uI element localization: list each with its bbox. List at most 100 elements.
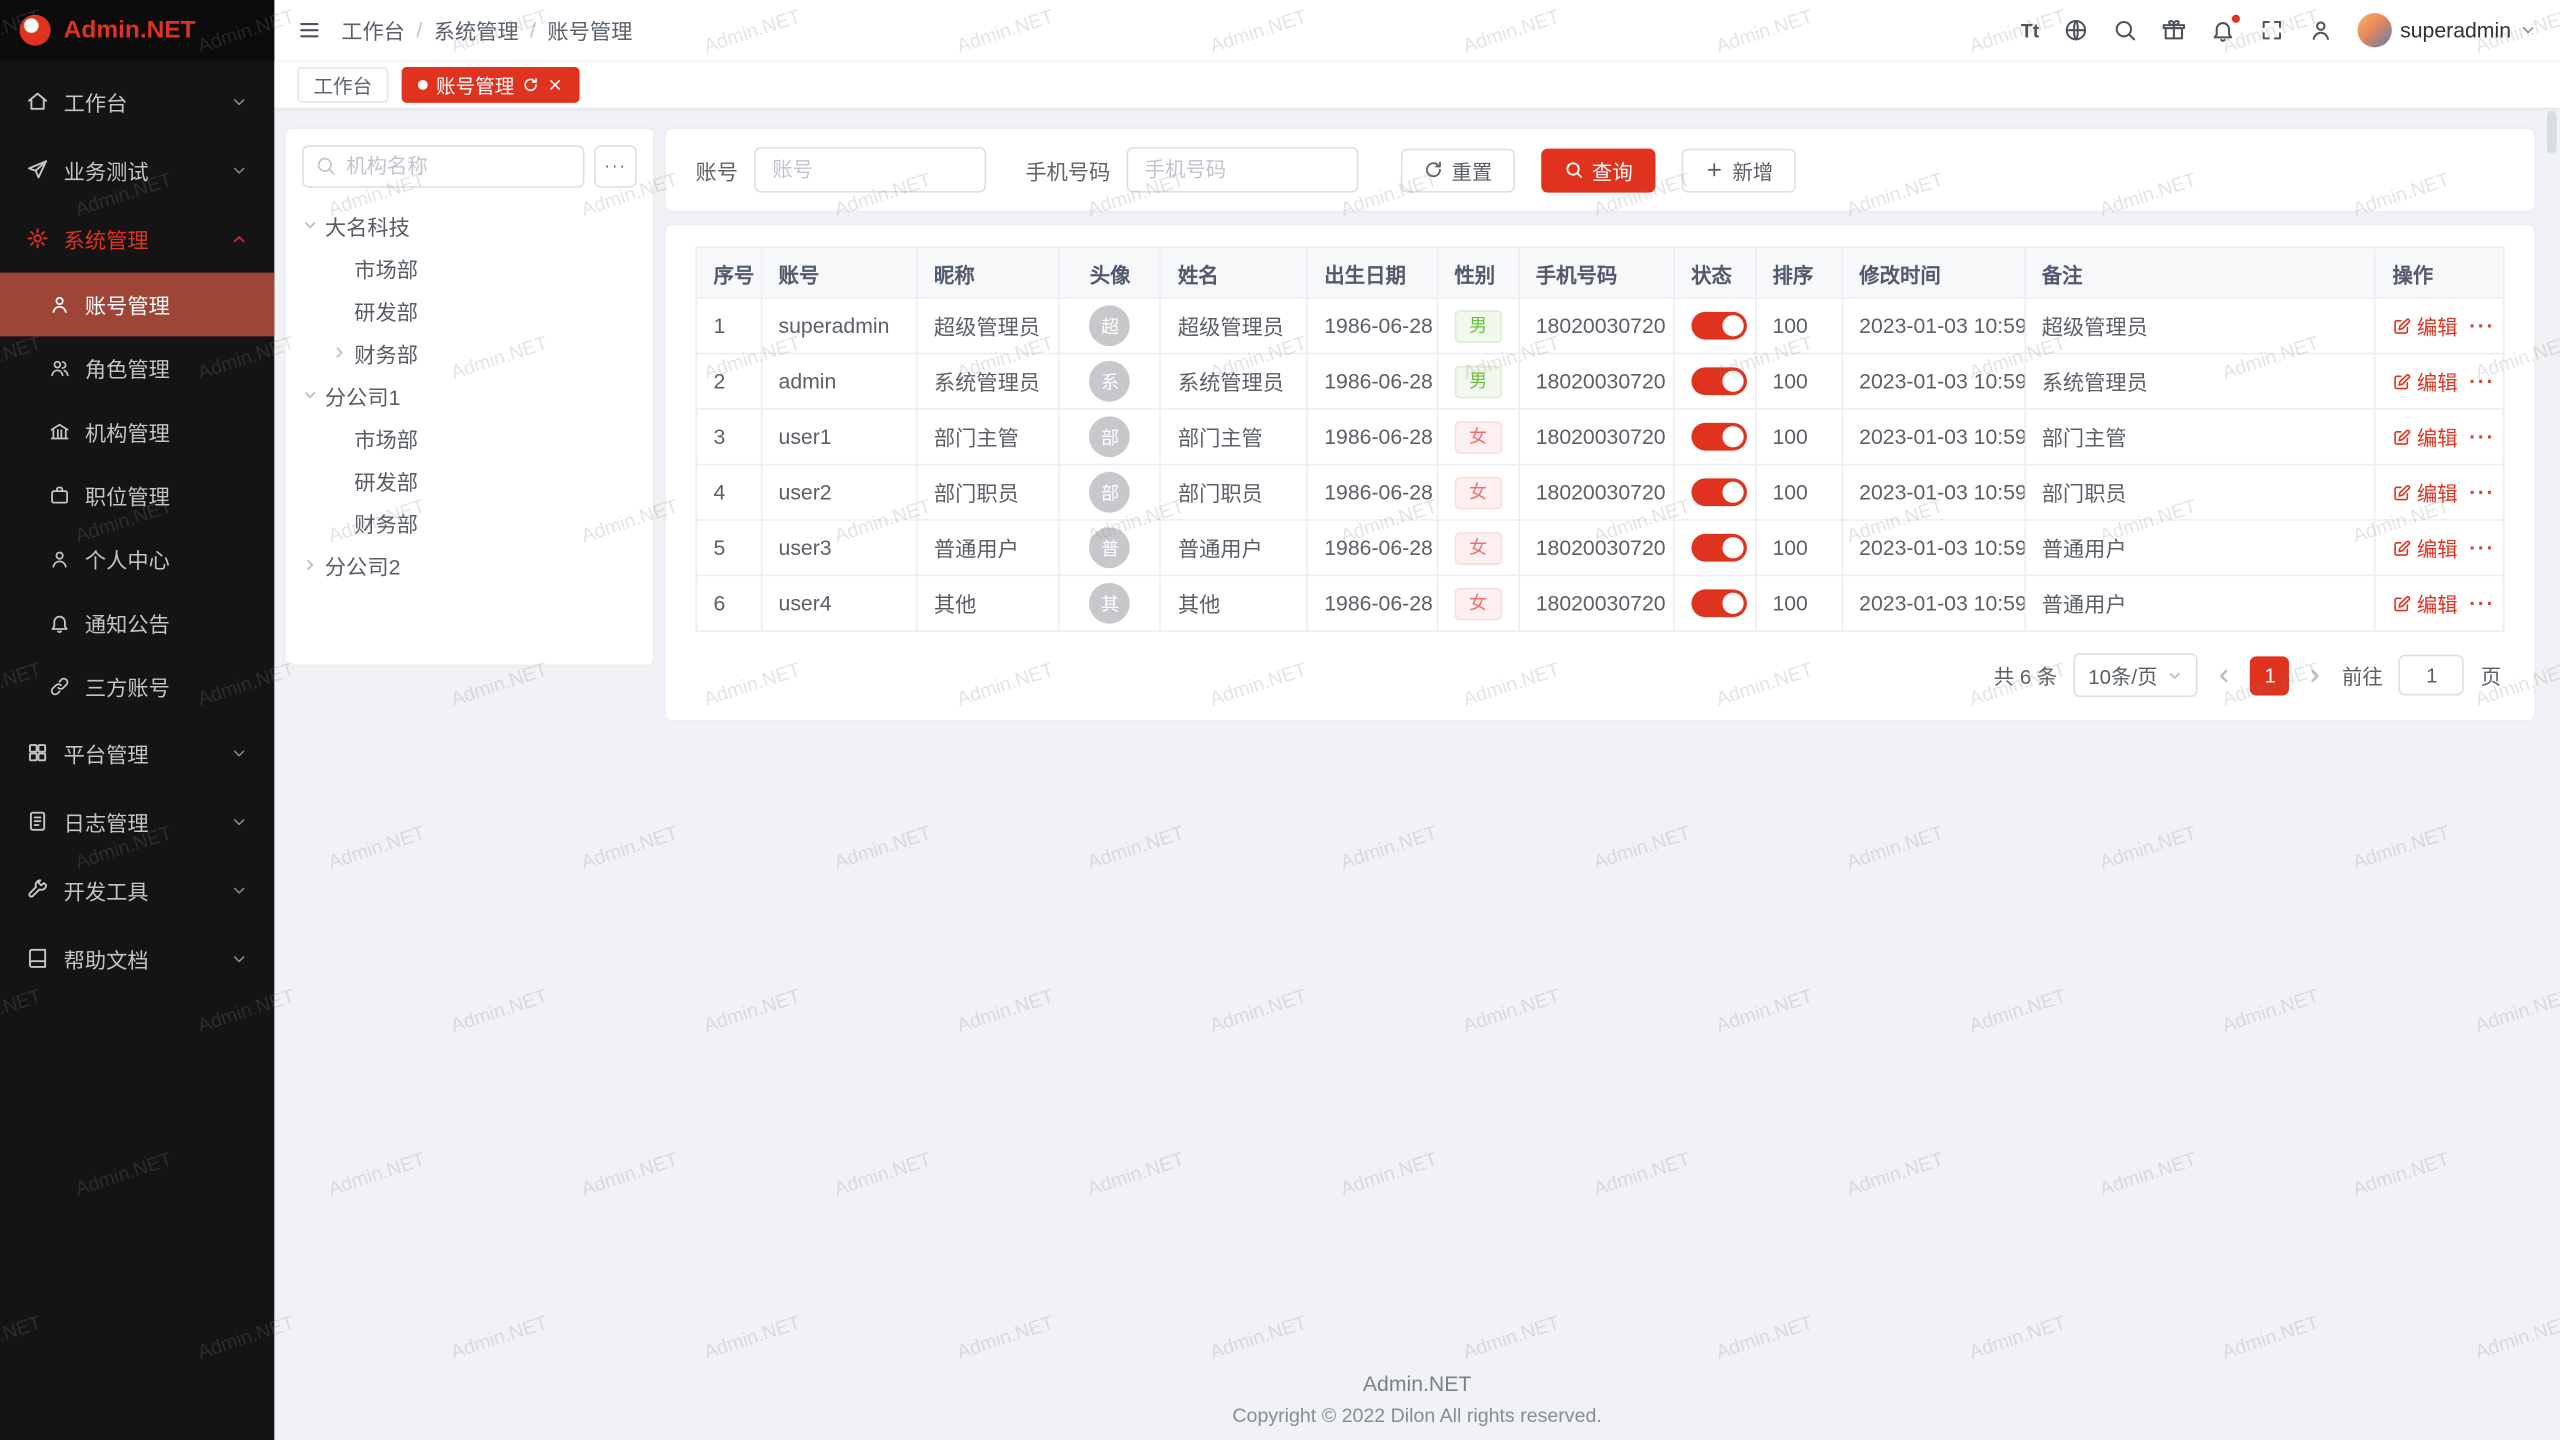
tree-node[interactable]: 分公司1: [302, 374, 637, 416]
sidebar-item-org-management[interactable]: 机构管理: [0, 400, 274, 464]
tree-node[interactable]: 分公司2: [302, 544, 637, 586]
tree-node-label: 市场部: [354, 422, 418, 453]
table-row: 5 user3 普通用户 普 普通用户 1986-06-28 女 1802003…: [696, 520, 2503, 576]
sidebar-item-dev-tools[interactable]: 开发工具: [0, 856, 274, 925]
status-toggle[interactable]: [1691, 367, 1747, 395]
tree-node-label: 财务部: [354, 337, 418, 368]
column-header: 出生日期: [1307, 247, 1437, 298]
breadcrumb: 工作台 / 系统管理 / 账号管理: [341, 15, 632, 46]
right-column: 账号 手机号码 重置 查询 新增: [666, 129, 2534, 720]
breadcrumb-item[interactable]: 账号管理: [547, 15, 632, 46]
row-more-button[interactable]: ···: [2469, 482, 2495, 503]
goto-page-input[interactable]: [2399, 655, 2464, 696]
status-toggle[interactable]: [1691, 423, 1747, 451]
chevron-down-icon: [2167, 667, 2183, 683]
vertical-scrollbar[interactable]: [2547, 111, 2557, 153]
sidebar-item-third-party-account[interactable]: 三方账号: [0, 655, 274, 719]
sidebar-item-system-management[interactable]: 系统管理: [0, 204, 274, 273]
edit-icon: [2392, 593, 2412, 613]
tab-workbench[interactable]: 工作台: [297, 67, 388, 103]
sidebar-item-log-management[interactable]: 日志管理: [0, 787, 274, 856]
edit-button[interactable]: 编辑: [2392, 588, 2457, 619]
column-header: 备注: [2025, 247, 2376, 298]
tab-account-management[interactable]: 账号管理: [402, 67, 580, 103]
org-more-button[interactable]: ···: [594, 145, 636, 187]
edit-button[interactable]: 编辑: [2392, 421, 2457, 452]
row-more-button[interactable]: ···: [2469, 537, 2495, 558]
sidebar-item-workbench[interactable]: 工作台: [0, 67, 274, 136]
user-menu[interactable]: superadmin: [2358, 13, 2537, 47]
globe-icon[interactable]: [2064, 18, 2088, 42]
sidebar-item-platform-management[interactable]: 平台管理: [0, 718, 274, 787]
add-button[interactable]: 新增: [1682, 148, 1796, 192]
edit-button[interactable]: 编辑: [2392, 366, 2457, 397]
row-more-button[interactable]: ···: [2469, 315, 2495, 336]
status-toggle[interactable]: [1691, 589, 1747, 617]
next-page-button[interactable]: [2306, 665, 2326, 685]
status-toggle[interactable]: [1691, 312, 1747, 340]
gender-tag: 男: [1454, 365, 1501, 398]
tree-node[interactable]: 研发部: [302, 289, 637, 331]
sidebar-item-label: 开发工具: [64, 874, 149, 905]
status-toggle[interactable]: [1691, 534, 1747, 562]
column-header: 头像: [1060, 247, 1161, 298]
gender-tag: 女: [1454, 420, 1501, 453]
column-header: 姓名: [1161, 247, 1307, 298]
top-header: 工作台 / 系统管理 / 账号管理 Tt superadmin: [274, 0, 2560, 60]
column-header: 序号: [696, 247, 761, 298]
row-more-button[interactable]: ···: [2469, 371, 2495, 392]
edit-button[interactable]: 编辑: [2392, 477, 2457, 508]
sidebar-item-role-management[interactable]: 角色管理: [0, 336, 274, 400]
person-icon: [49, 549, 70, 570]
refresh-icon[interactable]: [522, 77, 538, 93]
table-row: 4 user2 部门职员 部 部门职员 1986-06-28 女 1802003…: [696, 464, 2503, 520]
org-search-input[interactable]: [302, 145, 584, 187]
logo[interactable]: Admin.NET: [0, 0, 274, 60]
edit-button[interactable]: 编辑: [2392, 310, 2457, 341]
notification-bell-icon[interactable]: [2211, 18, 2235, 42]
page-size-select[interactable]: 10条/页: [2074, 653, 2199, 697]
tree-node[interactable]: 财务部: [302, 331, 637, 373]
gift-icon[interactable]: [2162, 18, 2186, 42]
edit-icon: [2392, 538, 2412, 558]
footer-title: Admin.NET: [274, 1371, 2560, 1395]
sidebar-item-notice[interactable]: 通知公告: [0, 591, 274, 655]
phone-input[interactable]: [1127, 147, 1359, 193]
table-header-row: 序号 账号 昵称 头像 姓名 出生日期 性别 手机号码 状态 排序 修改时间: [696, 247, 2503, 298]
page-number-button[interactable]: 1: [2251, 656, 2290, 695]
edit-button[interactable]: 编辑: [2392, 532, 2457, 563]
reset-button[interactable]: 重置: [1401, 148, 1515, 192]
sidebar-item-help-docs[interactable]: 帮助文档: [0, 924, 274, 993]
tree-node[interactable]: 市场部: [302, 247, 637, 289]
accounts-table: 序号 账号 昵称 头像 姓名 出生日期 性别 手机号码 状态 排序 修改时间: [696, 247, 2505, 632]
prev-page-button[interactable]: [2215, 665, 2235, 685]
hamburger-icon[interactable]: [297, 18, 321, 42]
row-more-button[interactable]: ···: [2469, 593, 2495, 614]
chevron-down-icon: [230, 92, 248, 110]
tree-node[interactable]: 大名科技: [302, 204, 637, 246]
tree-node[interactable]: 财务部: [302, 501, 637, 543]
sidebar-item-position-management[interactable]: 职位管理: [0, 464, 274, 528]
breadcrumb-item[interactable]: 工作台: [341, 15, 405, 46]
breadcrumb-item[interactable]: 系统管理: [434, 15, 519, 46]
tree-node[interactable]: 市场部: [302, 416, 637, 458]
account-input[interactable]: [754, 147, 986, 193]
close-icon[interactable]: [547, 77, 563, 93]
tree-node-label: 大名科技: [325, 210, 410, 241]
active-dot-icon: [418, 80, 428, 90]
search-button[interactable]: 查询: [1541, 148, 1655, 192]
sidebar-item-label: 业务测试: [64, 154, 149, 185]
fullscreen-icon[interactable]: [2260, 18, 2284, 42]
tree-node[interactable]: 研发部: [302, 459, 637, 501]
font-size-icon[interactable]: Tt: [2021, 19, 2039, 42]
search-icon[interactable]: [2113, 18, 2137, 42]
username: superadmin: [2400, 18, 2511, 42]
sidebar-item-business-test[interactable]: 业务测试: [0, 136, 274, 205]
sidebar-item-account-management[interactable]: 账号管理: [0, 273, 274, 337]
table-row: 6 user4 其他 其 其他 1986-06-28 女 18020030720…: [696, 576, 2503, 632]
sidebar-item-personal-center[interactable]: 个人中心: [0, 527, 274, 591]
caret-down-icon: [302, 217, 318, 233]
profile-icon[interactable]: [2309, 18, 2333, 42]
status-toggle[interactable]: [1691, 478, 1747, 506]
row-more-button[interactable]: ···: [2469, 426, 2495, 447]
